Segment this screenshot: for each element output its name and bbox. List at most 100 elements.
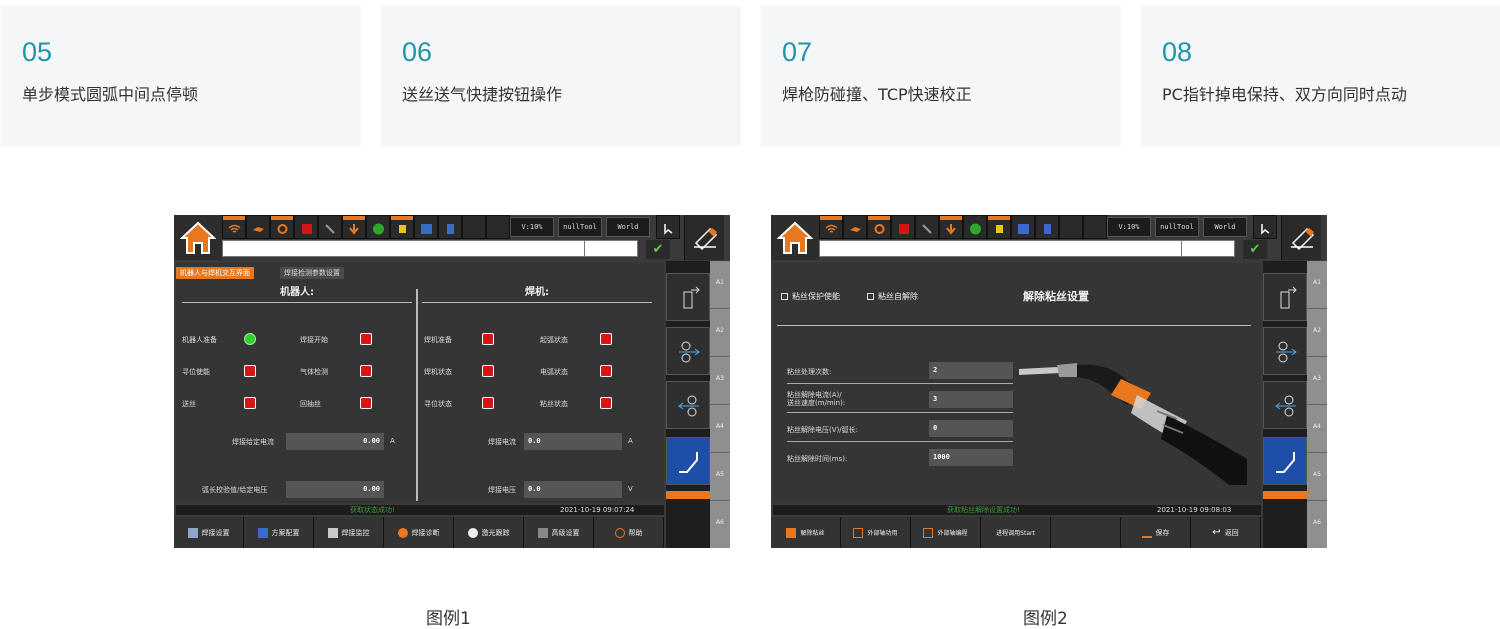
torch-icon[interactable] <box>318 215 342 239</box>
release-voltage-field[interactable]: 0 <box>929 420 1013 437</box>
release-current-field[interactable]: 3 <box>929 391 1013 408</box>
stop-square-icon[interactable] <box>294 215 318 239</box>
anti-stick-enable-checkbox[interactable]: 粘丝保护使能 <box>781 291 840 302</box>
door-icon[interactable] <box>438 215 462 239</box>
grid-icon[interactable] <box>414 215 438 239</box>
toolbar <box>819 215 1107 239</box>
status-message: 获取粘丝解除设置成功! <box>947 506 1020 514</box>
divider <box>416 289 418 501</box>
wire-forward-button[interactable] <box>1263 327 1307 375</box>
set-current-field[interactable]: 0.00 <box>286 433 384 450</box>
param-label: 粘丝解除时间(ms): <box>787 455 848 463</box>
feature-number: 07 <box>782 37 813 67</box>
feature-description: 焊枪防碰撞、TCP快速校正 <box>782 85 972 104</box>
cycle-icon[interactable] <box>867 215 891 239</box>
hand-icon[interactable] <box>843 215 867 239</box>
tab-weld-detection-params[interactable]: 焊接检测参数设置 <box>280 267 344 279</box>
scheme-config-button[interactable]: 方案配置 <box>244 517 314 548</box>
back-button[interactable]: ↩ 返回 <box>1191 517 1261 548</box>
stop-sign-icon[interactable] <box>366 215 390 239</box>
weld-seam-button[interactable] <box>666 437 710 485</box>
robot-icon[interactable] <box>390 215 414 239</box>
axis-tab-a4[interactable]: A4 <box>710 405 730 453</box>
edit-icon[interactable] <box>684 215 724 260</box>
axis-tab-a2[interactable]: A2 <box>710 309 730 357</box>
process-call-start-button[interactable]: 进程调用Start <box>981 517 1051 548</box>
wire-retract-button[interactable] <box>666 381 710 429</box>
auto-release-checkbox[interactable]: 粘丝自解除 <box>867 291 918 302</box>
release-stick-button[interactable]: 解除粘丝 <box>771 517 841 548</box>
home-button[interactable] <box>174 215 222 260</box>
wire-forward-button[interactable] <box>666 327 710 375</box>
blank-slot <box>462 215 486 239</box>
set-voltage-field[interactable]: 0.00 <box>286 481 384 498</box>
axis-tab-a4[interactable]: A4 <box>1307 405 1327 453</box>
axis-tab-a1[interactable]: A1 <box>710 261 730 309</box>
stop-square-icon[interactable] <box>891 215 915 239</box>
weld-settings-button[interactable]: 焊接设置 <box>174 517 244 548</box>
axis-tab-a6[interactable]: A6 <box>710 501 730 548</box>
command-input-2[interactable] <box>584 240 638 257</box>
pointer-icon[interactable] <box>656 215 680 239</box>
tool-readout[interactable]: nullTool <box>1155 217 1199 237</box>
wire-feed-button[interactable] <box>1263 273 1307 321</box>
wire-retract-button[interactable] <box>1263 381 1307 429</box>
arrow-down-icon[interactable] <box>939 215 963 239</box>
weld-monitor-button[interactable]: 焊接监控 <box>314 517 384 548</box>
status-led-red <box>600 365 612 377</box>
wire-feed-button[interactable] <box>666 273 710 321</box>
stick-count-field[interactable]: 2 <box>929 362 1013 379</box>
weld-diagnosis-button[interactable]: 焊接诊断 <box>384 517 454 548</box>
divider <box>787 412 1013 413</box>
axis-tab-a6[interactable]: A6 <box>1307 501 1327 548</box>
page-title: 解除粘丝设置 <box>1023 290 1089 303</box>
help-button[interactable]: 帮助 <box>594 517 664 548</box>
blank-slot <box>486 215 510 239</box>
command-input-2[interactable] <box>1181 240 1235 257</box>
check-icon[interactable]: ✔ <box>646 240 670 259</box>
laser-tracking-button[interactable]: 激光跟踪 <box>454 517 524 548</box>
feature-number: 05 <box>22 37 53 67</box>
frame-readout[interactable]: World <box>606 217 650 237</box>
arrow-down-icon[interactable] <box>342 215 366 239</box>
grid-icon[interactable] <box>1011 215 1035 239</box>
home-button[interactable] <box>771 215 819 260</box>
hand-icon[interactable] <box>246 215 270 239</box>
release-time-field[interactable]: 1000 <box>929 449 1013 466</box>
tool-readout[interactable]: nullTool <box>558 217 602 237</box>
command-input[interactable] <box>819 240 1233 257</box>
advanced-settings-button[interactable]: 高级设置 <box>524 517 594 548</box>
save-button[interactable]: 保存 <box>1121 517 1191 548</box>
main-content: 粘丝保护使能 粘丝自解除 解除粘丝设置 粘丝处理次数: 2 粘丝解除电流(A)/… <box>773 263 1261 503</box>
external-axis-function-button[interactable]: 外部轴功用 <box>841 517 911 548</box>
welder-section-title: 焊机: <box>525 287 549 298</box>
status-led-red <box>600 397 612 409</box>
command-input[interactable] <box>222 240 636 257</box>
external-axis-program-button[interactable]: 外部轴编程 <box>911 517 981 548</box>
axis-tab-a1[interactable]: A1 <box>1307 261 1327 309</box>
stop-sign-icon[interactable] <box>963 215 987 239</box>
cycle-icon[interactable] <box>270 215 294 239</box>
robot-icon[interactable] <box>987 215 1011 239</box>
axis-tab-a3[interactable]: A3 <box>1307 357 1327 405</box>
wifi-icon[interactable] <box>819 215 843 239</box>
status-led-red <box>600 333 612 345</box>
check-icon[interactable]: ✔ <box>1243 240 1267 259</box>
edit-icon[interactable] <box>1281 215 1321 260</box>
torch-icon[interactable] <box>915 215 939 239</box>
axis-tab-a2[interactable]: A2 <box>1307 309 1327 357</box>
feature-card: 06 送丝送气快捷按钮操作 <box>381 6 741 146</box>
pointer-icon[interactable] <box>1253 215 1277 239</box>
wifi-icon[interactable] <box>222 215 246 239</box>
release-icon <box>786 527 797 538</box>
weld-seam-button[interactable] <box>1263 437 1307 485</box>
home-icon <box>180 221 216 254</box>
weld-seam-icon <box>1276 452 1295 473</box>
tab-robot-welder-interface[interactable]: 机器人与焊机交互界面 <box>176 267 254 279</box>
feature-number: 06 <box>402 37 433 67</box>
frame-readout[interactable]: World <box>1203 217 1247 237</box>
door-icon[interactable] <box>1035 215 1059 239</box>
axis-tab-a5[interactable]: A5 <box>1307 453 1327 501</box>
axis-tab-a3[interactable]: A3 <box>710 357 730 405</box>
axis-tab-a5[interactable]: A5 <box>710 453 730 501</box>
